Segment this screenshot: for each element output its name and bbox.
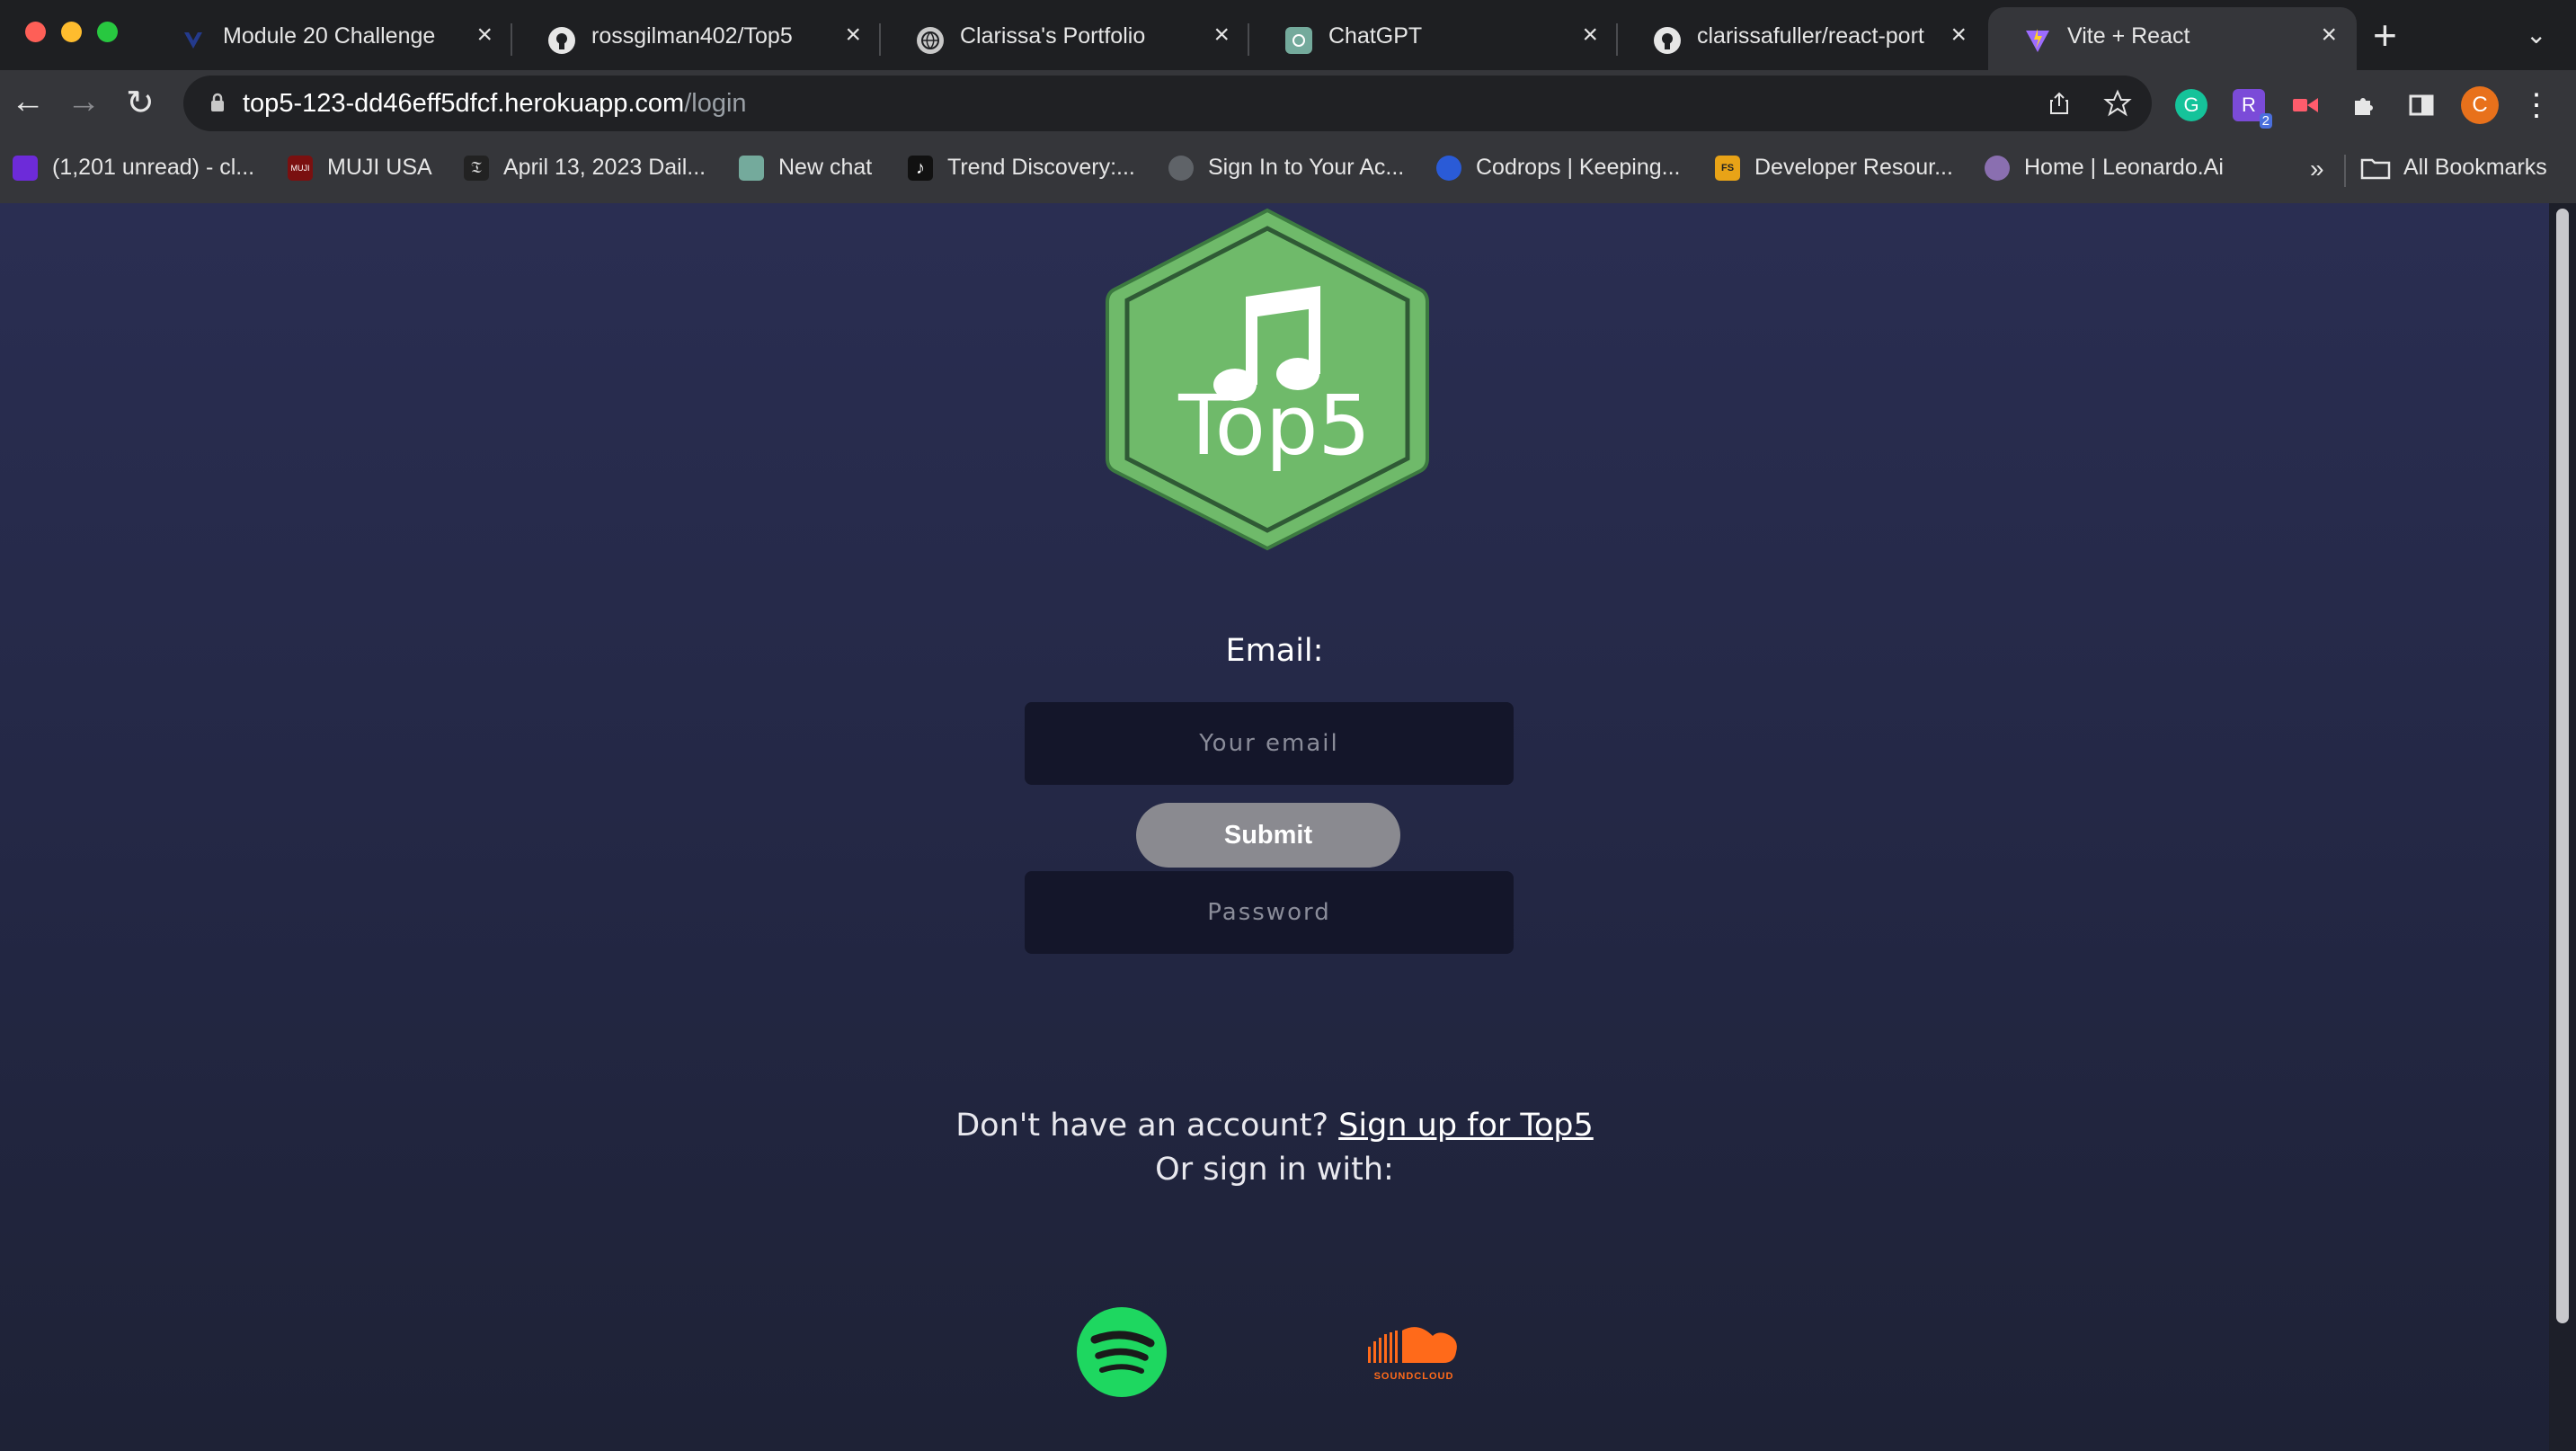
spotify-icon[interactable] — [1075, 1305, 1168, 1399]
all-bookmarks-button[interactable]: All Bookmarks — [2360, 155, 2547, 187]
bookmark-label: Home | Leonardo.Ai — [2024, 155, 2224, 180]
browser-tab-strip: Module 20 Challenge × rossgilman402/Top5… — [0, 0, 2576, 70]
new-tab-button[interactable]: + — [2373, 11, 2397, 59]
logo-text: Top5 — [1178, 378, 1371, 474]
browser-tab[interactable]: ChatGPT × — [1249, 7, 1618, 70]
submit-button[interactable]: Submit — [1136, 803, 1400, 868]
alt-signin-label: Or sign in with: — [1155, 1152, 1394, 1188]
bookmark-label: April 13, 2023 Dail... — [503, 155, 706, 180]
close-tab-icon[interactable]: × — [1582, 20, 1598, 50]
forward-arrow-icon[interactable]: → — [67, 83, 101, 121]
url-text: top5-123-dd46eff5dfcf.herokuapp.com/logi… — [243, 89, 747, 119]
tab-title: Clarissa's Portfolio — [960, 23, 1146, 49]
chatgpt-icon — [739, 155, 764, 181]
codrops-icon — [1436, 155, 1461, 181]
fs-icon: FS — [1715, 155, 1740, 181]
profile-avatar[interactable]: C — [2461, 86, 2499, 124]
all-bookmarks-label: All Bookmarks — [2403, 155, 2547, 180]
address-bar[interactable]: top5-123-dd46eff5dfcf.herokuapp.com/logi… — [183, 76, 2152, 131]
browser-toolbar: ← → ↻ top5-123-dd46eff5dfcf.herokuapp.co… — [0, 70, 2576, 138]
scrollbar-thumb[interactable] — [2556, 209, 2569, 1323]
soundcloud-icon — [1368, 1327, 1457, 1363]
globe-icon — [1168, 155, 1194, 181]
nyt-icon: 𝔗 — [464, 155, 489, 181]
tab-title: Vite + React — [2067, 23, 2190, 49]
extension-r-icon[interactable]: R 2 — [2233, 89, 2272, 129]
browser-menu-icon[interactable]: ⋮ — [2520, 88, 2553, 122]
bookmark-tiktok[interactable]: ♪ Trend Discovery:... — [908, 155, 1135, 187]
bookmark-label: Trend Discovery:... — [947, 155, 1135, 180]
vite-icon — [2024, 27, 2051, 54]
browser-tab[interactable]: clarissafuller/react-port × — [1618, 7, 1986, 70]
signup-prompt-line: Don't have an account? Sign up for Top5 — [0, 1108, 2549, 1144]
email-label: Email: — [1225, 633, 1324, 669]
close-tab-icon[interactable]: × — [845, 20, 861, 50]
bookmark-label: Codrops | Keeping... — [1476, 155, 1681, 180]
signup-prompt: Don't have an account? — [955, 1108, 1329, 1144]
url-host: top5-123-dd46eff5dfcf.herokuapp.com — [243, 89, 685, 118]
bookmark-codrops[interactable]: Codrops | Keeping... — [1436, 155, 1680, 187]
leonardo-icon — [1985, 155, 2010, 181]
close-window-button[interactable] — [25, 22, 46, 42]
chatgpt-icon — [1285, 27, 1312, 54]
close-tab-icon[interactable]: × — [2321, 20, 2337, 50]
bookmark-leonardo[interactable]: Home | Leonardo.Ai — [1985, 155, 2224, 187]
tab-search-chevron-icon[interactable]: ⌄ — [2526, 20, 2546, 49]
grammarly-icon[interactable]: G — [2175, 89, 2207, 121]
maximize-window-button[interactable] — [97, 22, 118, 42]
bookmark-developer-resources[interactable]: FS Developer Resour... — [1715, 155, 1953, 187]
tab-title: clarissafuller/react-port — [1697, 23, 1924, 49]
close-tab-icon[interactable]: × — [1213, 20, 1230, 50]
globe-icon — [917, 27, 944, 54]
github-icon — [548, 27, 575, 54]
bookmark-new-chat[interactable]: New chat — [739, 155, 872, 187]
bookmark-label: New chat — [778, 155, 873, 180]
active-browser-tab[interactable]: Vite + React × — [1988, 7, 2357, 70]
page-scrollbar[interactable] — [2549, 203, 2576, 1451]
extension-badge: 2 — [2259, 113, 2272, 129]
back-arrow-icon[interactable]: ← — [11, 83, 45, 121]
close-tab-icon[interactable]: × — [1950, 20, 1967, 50]
reload-icon[interactable]: ↻ — [126, 83, 155, 123]
url-path: /login — [684, 89, 747, 118]
soundcloud-wordmark: SOUNDCLOUD — [1373, 1371, 1454, 1382]
password-input[interactable] — [1025, 871, 1514, 954]
signup-link[interactable]: Sign up for Top5 — [1338, 1108, 1594, 1144]
extensions-puzzle-icon[interactable] — [2348, 89, 2380, 121]
bookmark-star-icon[interactable] — [2103, 89, 2132, 118]
tab-title: ChatGPT — [1328, 23, 1423, 49]
bookmark-sign-in[interactable]: Sign In to Your Ac... — [1168, 155, 1404, 187]
github-icon — [1654, 27, 1681, 54]
bookmark-nyt[interactable]: 𝔗 April 13, 2023 Dail... — [464, 155, 706, 187]
side-panel-icon[interactable] — [2405, 89, 2438, 121]
tab-title: rossgilman402/Top5 — [591, 23, 793, 49]
browser-tab[interactable]: Module 20 Challenge × — [144, 7, 512, 70]
bookmark-label: MUJI USA — [327, 155, 432, 180]
soundcloud-button[interactable]: SOUNDCLOUD — [1364, 1322, 1463, 1384]
bookmark-muji[interactable]: MUJI MUJI USA — [288, 155, 432, 187]
minimize-window-button[interactable] — [61, 22, 82, 42]
close-tab-icon[interactable]: × — [476, 20, 493, 50]
mail-icon — [13, 155, 38, 181]
bookmarks-overflow-button[interactable]: » — [2310, 155, 2324, 187]
bookmark-label: Developer Resour... — [1754, 155, 1953, 180]
bookmarks-bar: (1,201 unread) - cl... MUJI MUJI USA 𝔗 Apr… — [0, 138, 2576, 205]
screen-recorder-icon[interactable] — [2290, 89, 2323, 121]
bookmarks-divider — [2344, 155, 2346, 187]
bookmark-label: Sign In to Your Ac... — [1208, 155, 1405, 180]
share-icon[interactable] — [2046, 90, 2073, 117]
browser-tab[interactable]: Clarissa's Portfolio × — [881, 7, 1249, 70]
muji-icon: MUJI — [288, 155, 313, 181]
bookmark-label: (1,201 unread) - cl... — [52, 155, 255, 180]
bookmark-yahoo-mail[interactable]: (1,201 unread) - cl... — [13, 155, 254, 187]
browser-tab[interactable]: rossgilman402/Top5 × — [512, 7, 881, 70]
email-input[interactable] — [1025, 702, 1514, 785]
folder-icon — [2360, 158, 2391, 179]
tiktok-icon: ♪ — [908, 155, 933, 181]
tab-title: Module 20 Challenge — [223, 23, 436, 49]
lock-icon — [211, 93, 224, 111]
course-icon — [180, 27, 207, 54]
